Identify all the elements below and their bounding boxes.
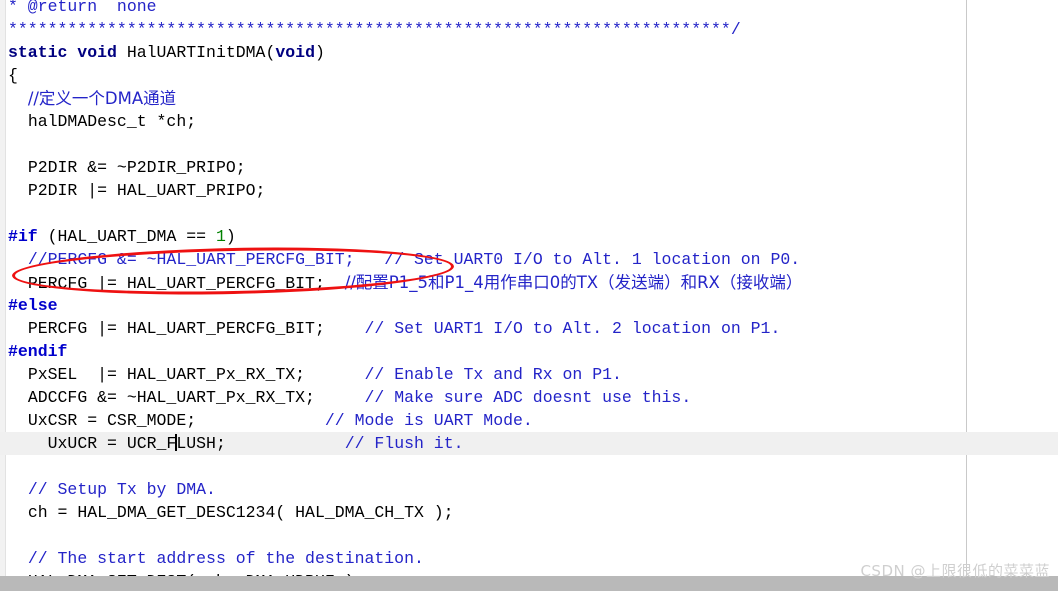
code-spacer (325, 274, 345, 293)
code-line-preprocessor-if[interactable]: #if (HAL_UART_DMA == 1) (0, 225, 1058, 248)
code-spacer (196, 411, 325, 430)
code-paren-close: ) (225, 227, 236, 246)
code-line[interactable]: { (0, 64, 1058, 87)
code-text: ****************************************… (8, 20, 741, 39)
code-text: { (8, 66, 18, 85)
code-line-preprocessor-endif[interactable]: #endif (0, 340, 1058, 363)
code-statement-text: PERCFG |= HAL_UART_PERCFG_BIT; (27, 319, 325, 338)
code-text: halDMADesc_t *ch; (27, 112, 197, 131)
code-trailing-comment: // Flush it. (344, 434, 464, 453)
code-statement-text: PxSEL |= HAL_UART_Px_RX_TX; (27, 365, 306, 384)
code-comment-text: //PERCFG &= ~HAL_UART_PERCFG_BIT; (27, 250, 355, 269)
code-line-blank[interactable] (0, 455, 1058, 478)
code-line-commented-percfg[interactable]: //PERCFG &= ~HAL_UART_PERCFG_BIT; // Set… (0, 248, 1058, 271)
code-comment-text: //定义一个DMA通道 (27, 89, 177, 108)
code-line-comment[interactable]: // Setup Tx by DMA. (0, 478, 1058, 501)
code-trailing-comment-cn: //配置P1_5和P1_4用作串口0的TX（发送端）和RX（接收端） (344, 273, 803, 292)
horizontal-scrollbar-thumb[interactable] (0, 576, 300, 591)
code-line[interactable]: * @return none (0, 0, 1058, 18)
code-paren-close: ) (314, 43, 325, 62)
code-statement-text: PERCFG |= HAL_UART_PERCFG_BIT; (27, 274, 325, 293)
code-line-function-signature[interactable]: static void HalUARTInitDMA(void) (0, 41, 1058, 64)
code-line-preprocessor-else[interactable]: #else (0, 294, 1058, 317)
code-line[interactable]: PxSEL |= HAL_UART_Px_RX_TX; // Enable Tx… (0, 363, 1058, 386)
code-statement-text-after-caret: LUSH; (176, 434, 226, 453)
code-line[interactable]: P2DIR &= ~P2DIR_PRIPO; (0, 156, 1058, 179)
code-spacer (226, 434, 345, 453)
code-text: P2DIR |= HAL_UART_PRIPO; (27, 181, 266, 200)
code-preprocessor-directive: #if (8, 227, 38, 246)
code-statement-text: ADCCFG &= ~HAL_UART_Px_RX_TX; (27, 388, 315, 407)
code-preprocessor-directive: #endif (8, 342, 68, 361)
csdn-watermark: CSDN @上限很低的菜菜蓝 (860, 562, 1050, 580)
code-line[interactable]: ****************************************… (0, 18, 1058, 41)
code-spacer (355, 250, 385, 269)
code-content[interactable]: * @return none *************************… (0, 0, 1058, 591)
code-line-blank[interactable] (0, 524, 1058, 547)
code-condition-expression: (HAL_UART_DMA == (37, 227, 216, 246)
code-line[interactable]: halDMADesc_t *ch; (0, 110, 1058, 133)
code-trailing-comment: // Enable Tx and Rx on P1. (364, 365, 622, 384)
code-line[interactable]: UxCSR = CSR_MODE; // Mode is UART Mode. (0, 409, 1058, 432)
code-comment-text: // Setup Tx by DMA. (27, 480, 216, 499)
code-spacer (305, 365, 364, 384)
code-text: * @return none (8, 0, 157, 16)
code-line-blank[interactable] (0, 202, 1058, 225)
code-statement-text: UxCSR = CSR_MODE; (27, 411, 197, 430)
code-spacer (325, 319, 365, 338)
code-line-comment-define-dma-channel[interactable]: //定义一个DMA通道 (0, 87, 1058, 110)
code-preprocessor-directive: #else (8, 296, 58, 315)
code-comment-text: // The start address of the destination. (27, 549, 424, 568)
code-keyword-void-param: void (275, 43, 315, 62)
code-line[interactable]: ADCCFG &= ~HAL_UART_Px_RX_TX; // Make su… (0, 386, 1058, 409)
code-spacer (315, 388, 365, 407)
code-trailing-comment: // Set UART1 I/O to Alt. 2 location on P… (364, 319, 781, 338)
code-trailing-comment: // Set UART0 I/O to Alt. 1 location on P… (384, 250, 801, 269)
code-line[interactable]: ch = HAL_DMA_GET_DESC1234( HAL_DMA_CH_TX… (0, 501, 1058, 524)
code-keyword-static-void: static void (8, 43, 117, 62)
code-line-percfg-assign[interactable]: PERCFG |= HAL_UART_PERCFG_BIT; //配置P1_5和… (0, 271, 1058, 294)
code-line-blank[interactable] (0, 133, 1058, 156)
code-statement-text-before-caret: UxUCR = UCR_F (27, 434, 177, 453)
code-editor[interactable]: * @return none *************************… (0, 0, 1058, 591)
code-text: P2DIR &= ~P2DIR_PRIPO; (27, 158, 246, 177)
code-identifier-function-name: HalUARTInitDMA( (116, 43, 276, 62)
code-trailing-comment: // Mode is UART Mode. (324, 411, 533, 430)
code-line[interactable]: P2DIR |= HAL_UART_PRIPO; (0, 179, 1058, 202)
code-line-current[interactable]: UxUCR = UCR_FLUSH; // Flush it. (0, 432, 1058, 455)
code-trailing-comment: // Make sure ADC doesnt use this. (364, 388, 692, 407)
code-line[interactable]: PERCFG |= HAL_UART_PERCFG_BIT; // Set UA… (0, 317, 1058, 340)
code-number-literal: 1 (215, 227, 226, 246)
code-statement-text: ch = HAL_DMA_GET_DESC1234( HAL_DMA_CH_TX… (27, 503, 454, 522)
